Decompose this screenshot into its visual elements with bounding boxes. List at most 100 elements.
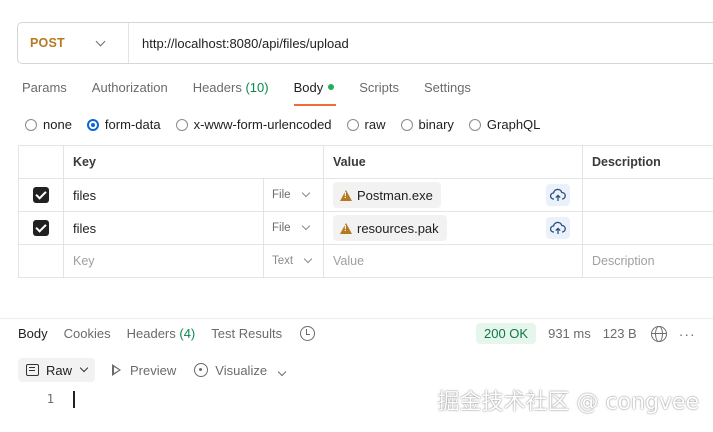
radio-icon [468, 118, 481, 131]
tab-params[interactable]: Params [22, 80, 67, 106]
text-format-icon [26, 364, 39, 376]
tab-scripts[interactable]: Scripts [359, 80, 399, 106]
radio-raw[interactable]: raw [346, 117, 386, 132]
key-cell[interactable]: files [64, 212, 264, 244]
format-label: Raw [46, 362, 73, 378]
visualize-icon [194, 363, 209, 377]
visualize-dropdown[interactable] [277, 363, 287, 378]
radio-checked-icon [86, 118, 99, 131]
header-check-cell [19, 146, 64, 178]
text-cursor [73, 390, 75, 408]
warning-icon [340, 189, 352, 201]
tab-headers-count: (10) [245, 80, 269, 95]
type-select[interactable]: Text [264, 245, 324, 277]
radio-urlencoded[interactable]: x-www-form-urlencoded [175, 117, 332, 132]
row-checkbox-cell [19, 245, 64, 277]
upload-button[interactable] [546, 217, 570, 239]
row-checkbox[interactable] [33, 220, 49, 236]
url-input[interactable]: http://localhost:8080/api/files/upload [129, 36, 349, 51]
warning-icon [340, 222, 352, 234]
chevron-down-icon [301, 188, 310, 198]
file-name: Postman.exe [357, 187, 433, 203]
type-label: File [272, 222, 291, 234]
cloud-upload-icon [550, 221, 566, 234]
row-checkbox-cell [19, 212, 64, 244]
radio-none-label: none [43, 117, 72, 132]
type-select[interactable]: File [264, 179, 324, 211]
response-divider [0, 318, 713, 319]
value-cell[interactable]: resources.pak [324, 212, 583, 244]
column-header-value: Value [324, 146, 583, 178]
key-input[interactable]: Key [64, 245, 264, 277]
preview-button[interactable]: Preview [112, 363, 176, 378]
value-input[interactable]: Value [324, 245, 583, 277]
table-row: files File resources.pak [18, 212, 713, 245]
response-tab-test-results[interactable]: Test Results [211, 326, 282, 341]
new-param-row: Key Text Value Description [18, 245, 713, 278]
key-cell[interactable]: files [64, 179, 264, 211]
chevron-down-icon [95, 36, 106, 46]
tab-authorization[interactable]: Authorization [92, 80, 168, 106]
tab-headers[interactable]: Headers (10) [193, 80, 269, 106]
chevron-down-icon [277, 367, 287, 376]
key-value: files [73, 220, 97, 236]
radio-icon [400, 118, 413, 131]
description-cell[interactable] [583, 212, 713, 244]
body-type-options: none form-data x-www-form-urlencoded raw… [25, 117, 555, 132]
response-tab-cookies[interactable]: Cookies [64, 326, 111, 341]
file-chip[interactable]: Postman.exe [333, 182, 441, 208]
chevron-down-icon [301, 221, 310, 231]
line-number: 1 [46, 392, 54, 406]
description-cell[interactable] [583, 179, 713, 211]
description-input[interactable]: Description [583, 245, 713, 277]
tab-body[interactable]: Body [293, 80, 336, 106]
radio-binary[interactable]: binary [400, 117, 454, 132]
chevron-down-icon [79, 363, 89, 373]
radio-none[interactable]: none [25, 117, 72, 132]
type-select[interactable]: File [264, 212, 324, 244]
request-url-bar: POST http://localhost:8080/api/files/upl… [17, 22, 713, 64]
format-select[interactable]: Raw [18, 358, 96, 382]
file-name: resources.pak [357, 220, 439, 236]
row-checkbox[interactable] [33, 187, 49, 203]
history-icon[interactable] [300, 326, 316, 341]
value-header-label: Value [333, 155, 366, 169]
type-label: Text [272, 255, 294, 267]
value-cell[interactable]: Postman.exe [324, 179, 583, 211]
request-tabs: Params Authorization Headers (10) Body S… [22, 80, 496, 106]
radio-icon [25, 118, 37, 131]
key-value: files [73, 187, 97, 203]
status-badge[interactable]: 200 OK [476, 323, 537, 344]
type-label: File [272, 189, 291, 201]
visualize-button[interactable]: Visualize [194, 363, 267, 378]
tab-settings[interactable]: Settings [424, 80, 471, 106]
method-select[interactable]: POST [18, 23, 129, 63]
response-viewer-toolbar: Raw Preview Visualize [18, 358, 287, 382]
watermark-text: 掘金技术社区 @ congvee [437, 390, 699, 415]
upload-button[interactable] [546, 184, 570, 206]
key-header-label: Key [73, 155, 96, 169]
radio-binary-label: binary [418, 117, 454, 132]
modified-dot-icon [328, 84, 335, 90]
table-header-row: Key Value Description [18, 146, 713, 179]
globe-icon[interactable] [650, 325, 667, 342]
response-tab-body[interactable]: Body [18, 326, 48, 341]
more-options-icon[interactable]: ··· [679, 326, 696, 342]
response-size[interactable]: 123 B [603, 326, 637, 341]
radio-graphql-label: GraphQL [486, 117, 541, 132]
response-stats: 200 OK 931 ms 123 B ··· [476, 323, 696, 344]
response-headers-label: Headers [126, 326, 176, 341]
response-headers-count: (4) [179, 326, 196, 341]
description-placeholder: Description [592, 254, 655, 268]
radio-form-data[interactable]: form-data [86, 117, 161, 132]
radio-graphql[interactable]: GraphQL [468, 117, 541, 132]
radio-form-data-label: form-data [104, 117, 161, 132]
radio-icon [175, 118, 188, 131]
column-header-key: Key [64, 146, 324, 178]
response-tabs: Body Cookies Headers (4) Test Results [18, 326, 316, 341]
response-time[interactable]: 931 ms [548, 326, 591, 341]
value-placeholder: Value [333, 254, 365, 268]
file-chip[interactable]: resources.pak [333, 215, 447, 241]
key-placeholder: Key [73, 254, 95, 268]
response-tab-headers[interactable]: Headers (4) [127, 326, 196, 341]
